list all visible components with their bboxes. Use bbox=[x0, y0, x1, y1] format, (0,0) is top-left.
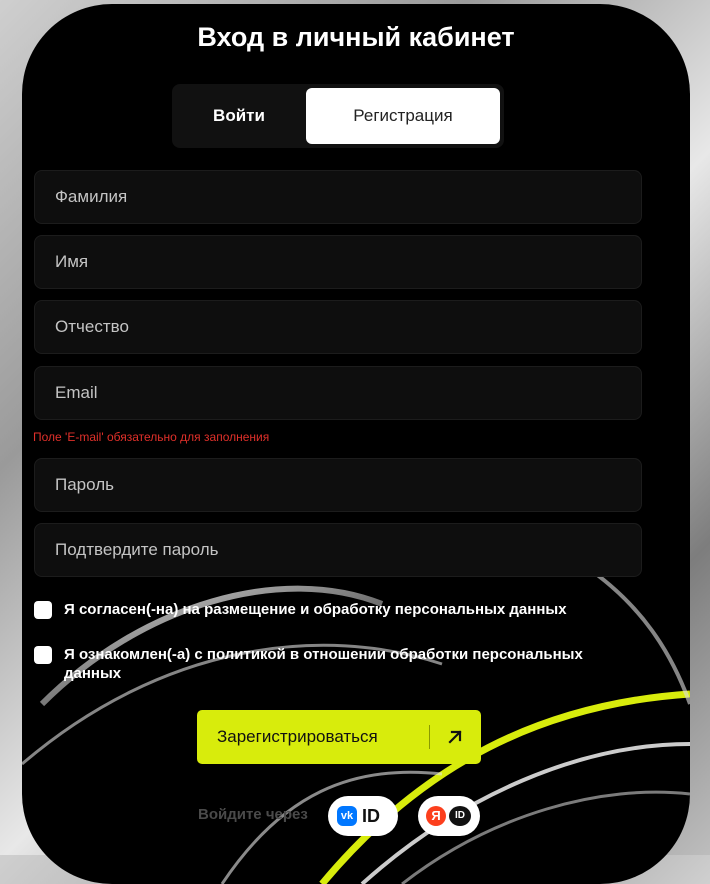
tab-register[interactable]: Регистрация bbox=[306, 88, 500, 144]
consent-policy-checkbox[interactable] bbox=[34, 646, 52, 664]
login-card: Вход в личный кабинет Войти Регистрация … bbox=[22, 4, 690, 884]
email-input[interactable] bbox=[34, 366, 642, 420]
yandex-id-button[interactable]: Я ID bbox=[418, 796, 480, 836]
vk-logo-icon: vk bbox=[337, 806, 357, 826]
tab-login[interactable]: Войти bbox=[176, 88, 302, 144]
yandex-id-text: ID bbox=[449, 806, 471, 826]
last-name-input[interactable] bbox=[34, 170, 642, 224]
patronymic-input[interactable] bbox=[34, 300, 642, 354]
arrow-up-right-icon bbox=[448, 730, 462, 744]
consent-personal-data-checkbox[interactable] bbox=[34, 601, 52, 619]
email-error-message: Поле 'E-mail' обязательно для заполнения bbox=[33, 430, 270, 444]
button-divider bbox=[429, 725, 430, 749]
first-name-input[interactable] bbox=[34, 235, 642, 289]
consent-policy-label: Я ознакомлен(-а) с политикой в отношении… bbox=[64, 646, 583, 682]
vk-id-button[interactable]: vk ID bbox=[328, 796, 398, 836]
register-button[interactable]: Зарегистрироваться bbox=[197, 710, 481, 764]
yandex-logo-icon: Я bbox=[426, 806, 446, 826]
password-input[interactable] bbox=[34, 458, 642, 512]
confirm-password-input[interactable] bbox=[34, 523, 642, 577]
page-title: Вход в личный кабинет bbox=[197, 22, 515, 52]
register-button-label: Зарегистрироваться bbox=[217, 727, 378, 746]
consent-personal-data-label: Я согласен(-на) на размещение и обработк… bbox=[64, 601, 567, 618]
vk-id-text: ID bbox=[362, 806, 380, 826]
login-via-label: Войдите через bbox=[198, 806, 308, 823]
auth-tabs: Войти Регистрация bbox=[172, 84, 504, 148]
